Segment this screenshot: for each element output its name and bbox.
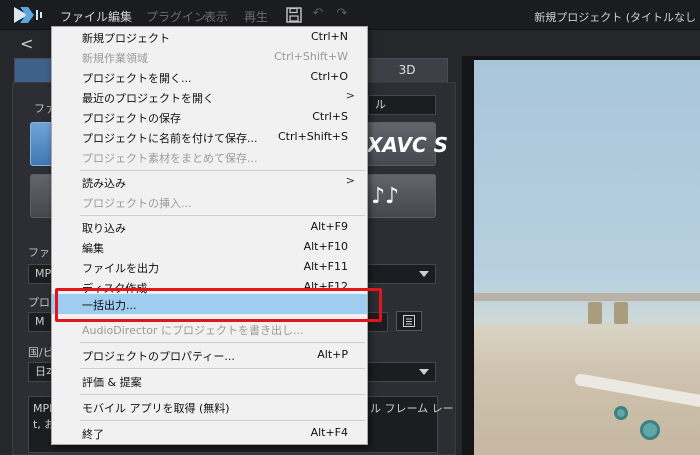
preview-wheel bbox=[614, 406, 628, 420]
undo-icon[interactable]: ↶ bbox=[310, 6, 326, 22]
menu-item-produce[interactable]: ファイルを出力 Alt+F11 bbox=[52, 257, 367, 277]
menu-item-edit[interactable]: 編集 Alt+F10 bbox=[52, 237, 367, 257]
preview-wheel bbox=[640, 420, 660, 440]
menu-item-label: 新規作業領域 bbox=[82, 52, 148, 65]
menu-item-label: モバイル アプリを取得 (無料) bbox=[82, 402, 230, 415]
menu-item-shortcut: Alt+F9 bbox=[310, 220, 348, 233]
menu-item-pack-materials[interactable]: プロジェクト素材をまとめて保存... bbox=[52, 147, 367, 167]
menu-item-label: AudioDirector にプロジェクトを書き出し... bbox=[82, 324, 304, 337]
profile-list-button[interactable] bbox=[396, 311, 422, 331]
menu-separator bbox=[80, 420, 365, 421]
video-preview bbox=[474, 60, 700, 455]
app-logo-icon bbox=[14, 7, 42, 23]
chevron-down-icon bbox=[419, 271, 429, 277]
menu-item-get-mobile-app[interactable]: モバイル アプリを取得 (無料) bbox=[52, 397, 367, 417]
window-title: 新規プロジェクト (タイトルなし bbox=[534, 11, 696, 24]
menu-item-shortcut: Alt+F10 bbox=[303, 240, 348, 253]
menu-item-label: プロジェクトに名前を付けて保存... bbox=[82, 132, 258, 145]
menu-item-label: プロジェクト素材をまとめて保存... bbox=[82, 152, 258, 165]
menu-item-label: プロジェクトの挿入... bbox=[82, 197, 192, 210]
menu-item-label: 編集 bbox=[82, 242, 104, 255]
save-icon[interactable] bbox=[286, 7, 302, 23]
file-name-field[interactable]: ル bbox=[368, 95, 436, 115]
list-icon bbox=[403, 315, 415, 327]
menu-edit[interactable]: 編集 bbox=[108, 8, 132, 25]
menu-separator bbox=[80, 394, 365, 395]
menu-item-rate-suggest[interactable]: 評価 & 提案 bbox=[52, 371, 367, 391]
menu-item-shortcut: Alt+F11 bbox=[303, 260, 348, 273]
menu-item-label: 取り込み bbox=[82, 222, 126, 235]
file-format-value: MP bbox=[35, 267, 52, 280]
menu-file[interactable]: ファイル bbox=[60, 8, 108, 25]
menu-item-recent-projects[interactable]: 最近のプロジェクトを開く > bbox=[52, 87, 367, 107]
menu-item-label: 新規プロジェクト bbox=[82, 32, 170, 45]
app-window: ファイル 編集 プラグイン 表示 再生 ↶ ↷ 新規プロジェクト (タイトルなし… bbox=[0, 0, 700, 455]
menu-item-import[interactable]: 読み込み > bbox=[52, 172, 367, 192]
file-name-text: ル bbox=[375, 98, 386, 111]
menu-item-exit[interactable]: 終了 Alt+F4 bbox=[52, 423, 367, 443]
menu-item-save-project[interactable]: プロジェクトの保存 Ctrl+S bbox=[52, 107, 367, 127]
menu-item-label: プロジェクトの保存 bbox=[82, 112, 181, 125]
back-arrow-icon[interactable]: < bbox=[20, 34, 33, 53]
preview-skateboard bbox=[574, 372, 700, 410]
menu-playback[interactable]: 再生 bbox=[244, 8, 268, 25]
menu-view[interactable]: 表示 bbox=[204, 8, 228, 25]
tab-3d[interactable]: 3D bbox=[366, 58, 448, 82]
menu-item-project-properties[interactable]: プロジェクトのプロパティー... Alt+P bbox=[52, 345, 367, 365]
menu-item-save-as[interactable]: プロジェクトに名前を付けて保存... Ctrl+Shift+S bbox=[52, 127, 367, 147]
menu-item-label: 最近のプロジェクトを開く bbox=[82, 92, 214, 105]
menu-separator bbox=[80, 215, 365, 216]
audio-note-icon: ♪♪ bbox=[371, 184, 400, 209]
menu-item-new-project[interactable]: 新規プロジェクト Ctrl+N bbox=[52, 27, 367, 47]
menu-item-export-audiodirector[interactable]: AudioDirector にプロジェクトを書き出し... bbox=[52, 319, 367, 339]
file-menu-dropdown: 新規プロジェクト Ctrl+N 新規作業領域 Ctrl+Shift+W プロジェ… bbox=[51, 26, 368, 445]
menu-item-label: プロジェクトを開く... bbox=[82, 72, 192, 85]
menu-item-label: ファイルを出力 bbox=[82, 262, 159, 275]
menu-item-shortcut: Ctrl+S bbox=[312, 110, 348, 123]
format-button-audio[interactable]: ♪♪ bbox=[366, 174, 436, 218]
menu-item-shortcut: Ctrl+N bbox=[310, 30, 348, 43]
menu-separator bbox=[80, 170, 365, 171]
menu-item-label: 評価 & 提案 bbox=[82, 376, 142, 389]
preview-bollard bbox=[614, 302, 628, 324]
menu-item-label: プロジェクトのプロパティー... bbox=[82, 350, 235, 363]
menu-plugins[interactable]: プラグイン bbox=[146, 8, 206, 25]
tab-standard[interactable] bbox=[14, 58, 54, 82]
menu-item-shortcut: Ctrl+Shift+W bbox=[274, 50, 348, 63]
xavcs-label: XAVC S bbox=[367, 133, 449, 157]
menu-item-shortcut: Ctrl+Shift+S bbox=[278, 130, 348, 143]
description-right-text: ル フレーム レー bbox=[370, 402, 454, 415]
menu-item-label: 終了 bbox=[82, 428, 104, 441]
redo-icon[interactable]: ↷ bbox=[334, 6, 350, 22]
preview-wall bbox=[474, 293, 700, 301]
profile-value: M bbox=[35, 315, 45, 328]
format-button-xavcs[interactable]: XAVC S bbox=[366, 122, 448, 166]
menu-separator bbox=[80, 368, 365, 369]
menu-item-new-workspace[interactable]: 新規作業領域 Ctrl+Shift+W bbox=[52, 47, 367, 67]
label-profile: プロ bbox=[28, 296, 50, 309]
menu-item-shortcut: Ctrl+O bbox=[310, 70, 348, 83]
menu-item-capture[interactable]: 取り込み Alt+F9 bbox=[52, 217, 367, 237]
preview-bollard bbox=[588, 302, 602, 324]
highlight-callout-box bbox=[55, 288, 382, 322]
submenu-arrow-icon: > bbox=[345, 89, 355, 102]
menu-item-open-project[interactable]: プロジェクトを開く... Ctrl+O bbox=[52, 67, 367, 87]
menu-item-shortcut: Alt+F4 bbox=[310, 426, 348, 439]
menu-separator bbox=[80, 342, 365, 343]
menu-item-label: 読み込み bbox=[82, 177, 126, 190]
label-country: 国/ビ bbox=[28, 346, 54, 359]
submenu-arrow-icon: > bbox=[345, 174, 355, 187]
menu-item-insert-project[interactable]: プロジェクトの挿入... bbox=[52, 192, 367, 212]
chevron-down-icon bbox=[419, 369, 429, 375]
menu-item-shortcut: Alt+P bbox=[317, 348, 348, 361]
